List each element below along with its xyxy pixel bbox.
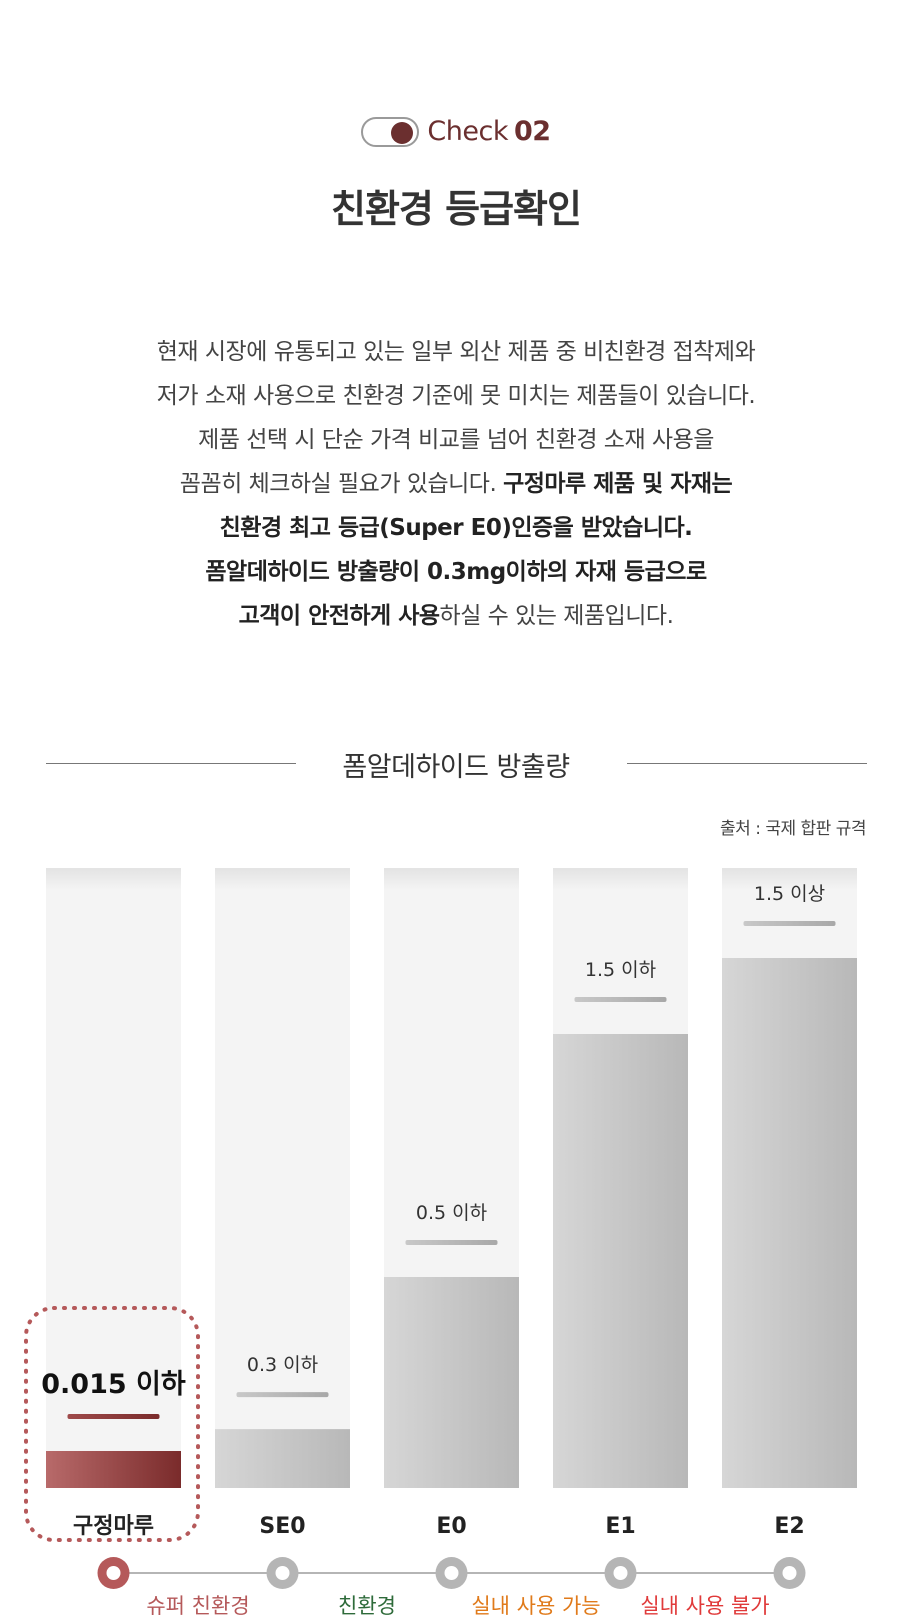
toggle-icon [361,116,420,147]
label-underline [236,1392,329,1398]
description-line: 폼알데하이드 방출량이 0.3mg이하의 자재 등급으로 [205,559,707,585]
section-title: 폼알데하이드 방출량 [342,752,570,783]
check-badge: Check 02 [0,116,912,147]
description-line: 저가 소재 사용으로 친환경 기준에 못 미치는 제품들이 있습니다. [156,383,756,409]
category-label: E2 [774,1514,804,1539]
bar [384,1277,519,1488]
emission-chart: 0.015 이하 0.3 이하 0.5 이하 1.5 이하 1.5 이상구정마루 SE0 E… [0,868,912,1619]
data-label: 0.015 이하 [41,1369,186,1400]
description-line: 제품 선택 시 단순 가격 비교를 넘어 친환경 소재 사용을 [198,427,714,453]
stage-label: 실내 사용 불가 [640,1594,769,1618]
data-label: 1.5 이상 [754,883,825,905]
description-line: 현재 시장에 유통되고 있는 일부 외산 제품 중 비친환경 접착제와 [156,339,756,365]
label-underline [67,1414,160,1419]
bar-shade [384,868,519,890]
timeline-node-center [782,1566,797,1580]
stage-label: 친환경 [338,1594,396,1618]
data-label: 0.5 이하 [416,1202,487,1224]
description-line: 고객이 안전하게 사용하실 수 있는 제품입니다. [238,603,674,629]
category-label: SE0 [259,1514,305,1539]
bar [553,1034,688,1488]
bar-shade [46,868,181,890]
label-underline [574,997,667,1002]
bar [46,1451,181,1488]
timeline-node-center [275,1566,290,1580]
page-title: 친환경 등급확인 [331,187,582,231]
timeline-node-center [613,1566,628,1580]
description: 현재 시장에 유통되고 있는 일부 외산 제품 중 비친환경 접착제와 저가 소… [0,330,912,638]
data-label: 1.5 이하 [585,959,656,981]
category-label: 구정마루 [73,1514,154,1539]
label-underline [743,921,836,926]
bar [215,1429,350,1488]
source-note: 출처 : 국제 합판 규격 [720,819,866,839]
stage-label: 실내 사용 가능 [471,1594,600,1618]
category-label: E0 [436,1514,466,1539]
timeline-node-center [444,1566,459,1580]
chart-svg: 0.015 이하 0.3 이하 0.5 이하 1.5 이하 1.5 이상구정마루 SE0 E… [0,868,912,1619]
timeline-node-center [106,1566,121,1580]
bar [722,958,857,1488]
bar-shade [553,868,688,890]
bar-shade [215,868,350,890]
description-line: 꼼꼼히 체크하실 필요가 있습니다. 구정마루 제품 및 자재는 [179,471,733,497]
divider-right [627,763,867,764]
data-label: 0.3 이하 [247,1354,318,1376]
section-header: 폼알데하이드 방출량 [0,745,912,785]
stage-label: 슈퍼 친환경 [146,1594,249,1618]
label-underline [405,1240,498,1245]
category-label: E1 [605,1514,635,1539]
check-label: Check 02 [427,116,551,147]
description-line: 친환경 최고 등급(Super E0)인증을 받았습니다. [219,515,693,541]
chart-floor [0,1488,912,1619]
